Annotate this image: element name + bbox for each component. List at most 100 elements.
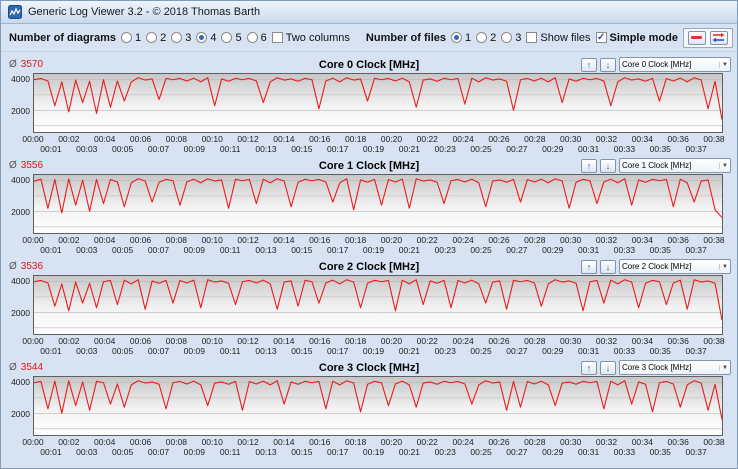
chart-title: Core 0 Clock [MHz] xyxy=(318,58,420,71)
x-labels-even: 00:00 00:02 00:04 00:06 00:08 00:10 00:12 00:14… xyxy=(22,437,725,447)
x-labels-odd: 00:01 00:03 00:05 00:07 00:09 00:11 00:13 00:15… xyxy=(33,346,723,356)
signal-dropdown[interactable]: Core 1 Clock [MHz] ▼ xyxy=(619,158,731,173)
x-tick-label: 00:21 xyxy=(398,447,420,457)
x-tick-label: 00:14 xyxy=(273,437,295,447)
arrow-up-icon: ↑ xyxy=(586,59,592,70)
signal-dropdown[interactable]: Core 3 Clock [MHz] ▼ xyxy=(619,360,731,375)
x-tick-label: 00:10 xyxy=(201,437,223,447)
x-tick-label: 00:32 xyxy=(595,336,618,346)
x-tick-label: 00:19 xyxy=(362,144,385,154)
x-tick-label: 00:35 xyxy=(649,346,671,356)
files-radio-3[interactable]: 3 xyxy=(501,32,521,44)
signal-up-button[interactable]: ↑ xyxy=(581,259,597,274)
two-columns-checkbox[interactable]: Two columns xyxy=(271,32,350,44)
chart-panel: Ø 3556 Core 1 Clock [MHz] ↑ ↓ Core 1 Clo… xyxy=(7,157,731,255)
x-tick-label: 00:19 xyxy=(362,245,385,255)
radio-selected-icon xyxy=(451,32,462,43)
average-value: 3570 xyxy=(20,59,44,70)
radio-icon xyxy=(246,32,258,43)
signal-down-button[interactable]: ↓ xyxy=(600,158,616,173)
panels-container: Ø 3570 Core 0 Clock [MHz] ↑ ↓ Core 0 Clo… xyxy=(1,52,737,457)
x-tick-label: 00:11 xyxy=(219,245,241,255)
x-tick-label: 00:12 xyxy=(237,437,259,447)
clock-line-chart xyxy=(34,74,722,132)
x-axis: 00:00 00:02 00:04 00:06 00:08 00:10 00:12 00:14… xyxy=(22,235,724,255)
line-style-button[interactable] xyxy=(687,30,706,45)
x-tick-label: 00:35 xyxy=(649,447,671,457)
x-tick-label: 00:19 xyxy=(362,447,385,457)
x-tick-label: 00:28 xyxy=(524,235,546,245)
x-tick-label: 00:15 xyxy=(291,346,313,356)
x-tick-label: 00:21 xyxy=(398,346,420,356)
files-radio-1[interactable]: 1 xyxy=(451,32,471,44)
signal-up-button[interactable]: ↑ xyxy=(581,158,597,173)
clock-line-chart xyxy=(34,175,722,233)
diagrams-radio-2[interactable]: 2 xyxy=(146,32,166,44)
chart-title: Core 2 Clock [MHz] xyxy=(318,260,420,273)
x-tick-label: 00:11 xyxy=(219,144,241,154)
x-tick-label: 00:12 xyxy=(237,235,259,245)
x-tick-label: 00:23 xyxy=(434,245,456,255)
average-readout: Ø 3570 xyxy=(7,59,319,70)
arrow-down-icon: ↓ xyxy=(605,59,611,70)
x-tick-label: 00:17 xyxy=(327,245,349,255)
x-tick-label: 00:12 xyxy=(237,336,259,346)
x-axis: 00:00 00:02 00:04 00:06 00:08 00:10 00:12 00:14… xyxy=(22,336,724,356)
x-tick-label: 00:16 xyxy=(309,134,331,144)
refresh-button[interactable] xyxy=(709,30,728,45)
x-tick-label: 00:29 xyxy=(542,447,564,457)
diagrams-radio-6[interactable]: 6 xyxy=(246,32,267,44)
x-tick-label: 00:34 xyxy=(631,437,653,447)
x-tick-label: 00:05 xyxy=(111,346,134,356)
x-tick-label: 00:02 xyxy=(58,134,80,144)
diagrams-radio-5[interactable]: 5 xyxy=(221,32,242,44)
x-tick-label: 00:29 xyxy=(542,245,564,255)
refresh-arrows-icon xyxy=(712,32,725,43)
signal-up-button[interactable]: ↑ xyxy=(581,57,597,72)
x-tick-label: 00:23 xyxy=(434,144,456,154)
x-tick-label: 00:33 xyxy=(613,447,636,457)
signal-up-button[interactable]: ↑ xyxy=(581,360,597,375)
x-labels-even: 00:00 00:02 00:04 00:06 00:08 00:10 00:12 00:14… xyxy=(22,134,724,144)
x-tick-label: 00:00 xyxy=(22,134,44,144)
chart-panel: Ø 3536 Core 2 Clock [MHz] ↑ ↓ Core 2 Clo… xyxy=(7,258,731,356)
x-tick-label: 00:34 xyxy=(631,336,653,346)
x-tick-label: 00:04 xyxy=(94,437,116,447)
signal-down-button[interactable]: ↓ xyxy=(600,57,616,72)
diagrams-radio-3[interactable]: 3 xyxy=(171,32,191,44)
signal-down-button[interactable]: ↓ xyxy=(600,360,616,375)
y-tick-label: 4000 xyxy=(11,74,30,84)
x-tick-label: 00:30 xyxy=(560,437,582,447)
x-tick-label: 00:07 xyxy=(147,144,170,154)
x-tick-label: 00:25 xyxy=(470,144,492,154)
x-tick-label: 00:13 xyxy=(255,144,277,154)
signal-down-button[interactable]: ↓ xyxy=(600,259,616,274)
arrow-down-icon: ↓ xyxy=(605,261,611,272)
files-radio-2[interactable]: 2 xyxy=(476,32,496,44)
signal-dropdown[interactable]: Core 2 Clock [MHz] ▼ xyxy=(619,259,731,274)
average-symbol: Ø xyxy=(9,362,17,373)
x-tick-label: 00:04 xyxy=(94,134,116,144)
signal-dropdown-value: Core 1 Clock [MHz] xyxy=(622,161,692,170)
x-tick-label: 00:38 xyxy=(703,437,725,447)
diagrams-radio-1[interactable]: 1 xyxy=(120,32,141,44)
x-labels-even: 00:00 00:02 00:04 00:06 00:08 00:10 00:12 00:14… xyxy=(22,235,724,245)
x-tick-label: 00:26 xyxy=(488,134,510,144)
checkbox-icon xyxy=(271,32,283,43)
x-tick-label: 00:33 xyxy=(613,144,636,154)
plot-row: 4000 2000 xyxy=(7,275,731,335)
diagrams-radio-4[interactable]: 4 xyxy=(196,32,216,44)
y-axis: 4000 2000 xyxy=(7,73,33,133)
x-tick-label: 00:00 xyxy=(22,437,44,447)
x-tick-label: 00:34 xyxy=(631,235,653,245)
x-tick-label: 00:13 xyxy=(255,245,277,255)
checkbox-checked-icon xyxy=(595,32,607,43)
x-tick-label: 00:03 xyxy=(76,447,98,457)
x-tick-label: 00:10 xyxy=(201,336,223,346)
show-files-checkbox[interactable]: Show files xyxy=(526,32,591,44)
simple-mode-checkbox[interactable]: Simple mode xyxy=(595,32,678,44)
x-tick-label: 00:29 xyxy=(542,346,564,356)
signal-dropdown[interactable]: Core 0 Clock [MHz] ▼ xyxy=(619,57,731,72)
x-tick-label: 00:37 xyxy=(685,144,707,154)
x-tick-label: 00:02 xyxy=(58,336,80,346)
